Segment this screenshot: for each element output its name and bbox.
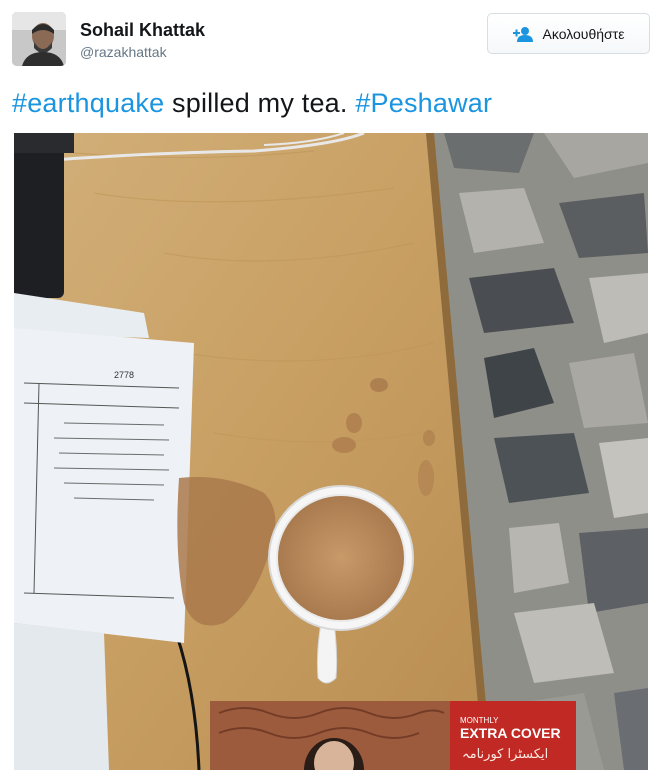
hashtag-peshawar[interactable]: #Peshawar (355, 88, 492, 118)
user-handle[interactable]: @razakhattak (80, 44, 167, 60)
tweet-photo[interactable]: 2778 MONTHLY EXTRA COVER ایکسٹرا کورنامہ (14, 133, 648, 770)
photo-image: 2778 MONTHLY EXTRA COVER ایکسٹرا کورنامہ (14, 133, 648, 770)
avatar[interactable] (12, 12, 66, 66)
magazine-label: MONTHLY (460, 716, 499, 725)
document-number: 2778 (114, 370, 134, 380)
magazine-title: EXTRA COVER (460, 725, 561, 741)
magazine: MONTHLY EXTRA COVER ایکسٹرا کورنامہ (210, 701, 576, 770)
follow-button[interactable]: Ακολουθήστε (487, 13, 650, 54)
tweet-text-body: spilled my tea. (164, 88, 356, 118)
follow-button-label: Ακολουθήστε (542, 25, 625, 42)
hashtag-earthquake[interactable]: #earthquake (12, 88, 164, 118)
tweet-card: Sohail Khattak @razakhattak Ακολουθήστε … (0, 0, 660, 784)
tweet-text: #earthquake spilled my tea. #Peshawar (12, 86, 492, 120)
magazine-urdu-title: ایکسٹرا کورنامہ (462, 747, 548, 762)
avatar-image (12, 12, 66, 66)
add-user-icon (512, 26, 533, 42)
device (14, 148, 64, 298)
user-name[interactable]: Sohail Khattak (80, 20, 205, 41)
